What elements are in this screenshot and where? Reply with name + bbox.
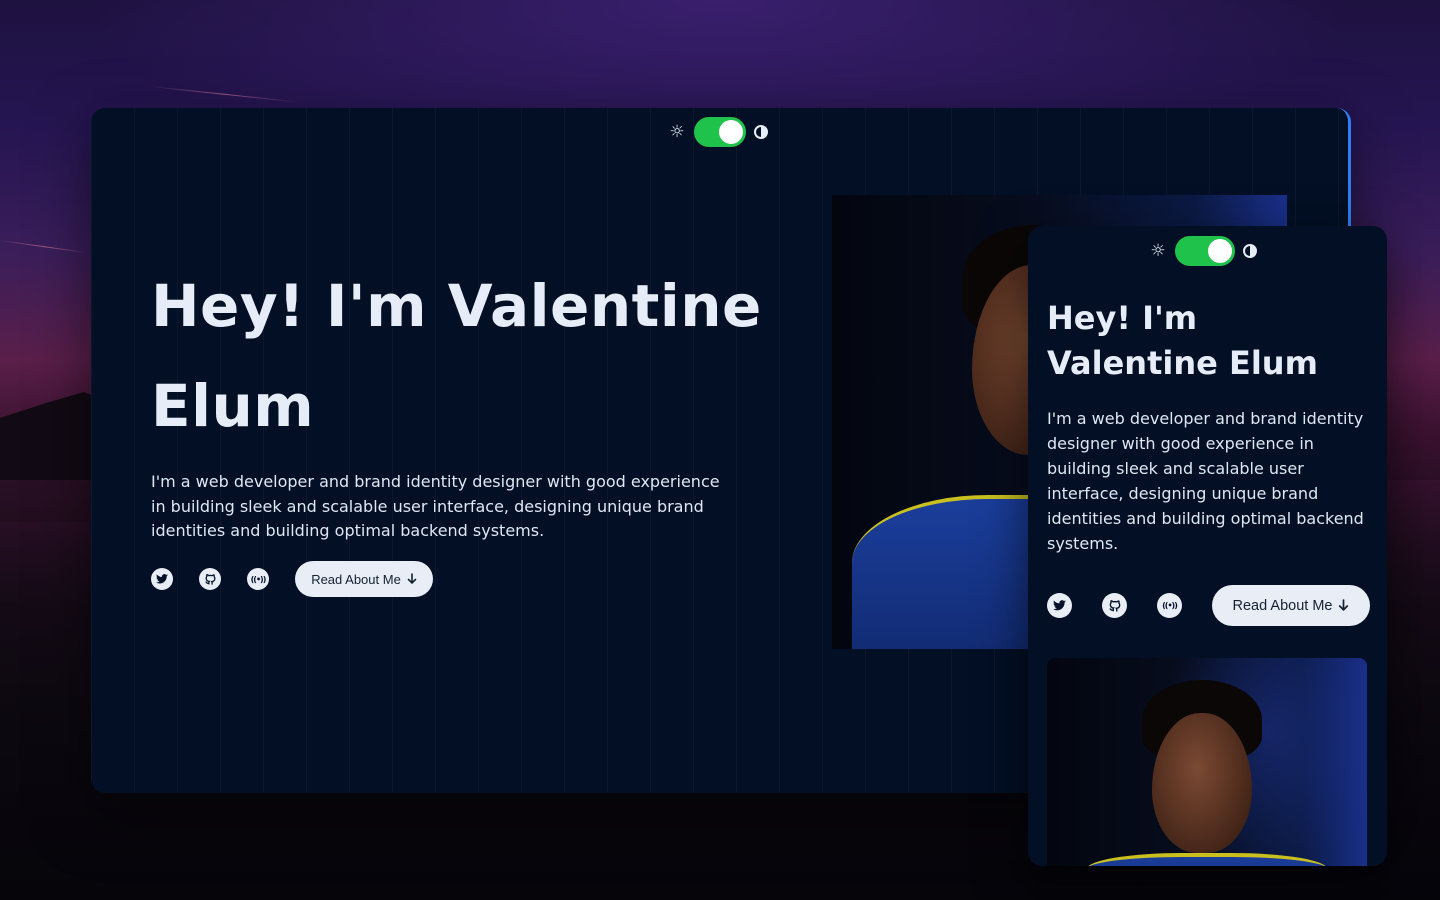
read-about-me-label: Read About Me — [311, 571, 401, 587]
github-icon[interactable] — [1102, 593, 1127, 618]
social-links: ((•)) Read About Me — [1047, 585, 1370, 626]
contrast-icon — [1243, 244, 1257, 258]
contrast-icon — [754, 125, 768, 139]
hero-description: I'm a web developer and brand identity d… — [151, 472, 720, 540]
sun-icon: ☼ — [669, 121, 685, 142]
theme-toggle: ☼ — [1149, 236, 1257, 266]
arrow-down-icon — [407, 573, 417, 584]
hero-title: Hey! I'm Valentine Elum — [1047, 299, 1318, 382]
broadcast-icon[interactable]: ((•)) — [1157, 593, 1182, 618]
hero-title: Hey! I'm Valentine Elum — [151, 272, 762, 440]
hero-description: I'm a web developer and brand identity d… — [1047, 409, 1364, 553]
twitter-icon[interactable] — [1047, 593, 1072, 618]
github-icon[interactable] — [199, 568, 221, 590]
arrow-down-icon — [1339, 599, 1349, 611]
read-about-me-label: Read About Me — [1232, 597, 1333, 614]
social-links: ((•)) Read About Me — [151, 561, 433, 597]
switch-knob — [719, 120, 743, 144]
theme-switch[interactable] — [1175, 236, 1235, 266]
switch-knob — [1208, 239, 1232, 263]
mobile-preview-card: ☼ Hey! I'm Valentine Elum I'm a web deve… — [1028, 226, 1387, 866]
light-streak — [0, 240, 90, 254]
profile-photo — [1047, 658, 1367, 866]
light-streak — [149, 86, 300, 103]
theme-toggle: ☼ — [668, 117, 768, 147]
read-about-me-button[interactable]: Read About Me — [1212, 585, 1370, 626]
sun-icon: ☼ — [1150, 240, 1166, 261]
theme-switch[interactable] — [694, 117, 746, 147]
broadcast-icon[interactable]: ((•)) — [247, 568, 269, 590]
read-about-me-button[interactable]: Read About Me — [295, 561, 433, 597]
twitter-icon[interactable] — [151, 568, 173, 590]
